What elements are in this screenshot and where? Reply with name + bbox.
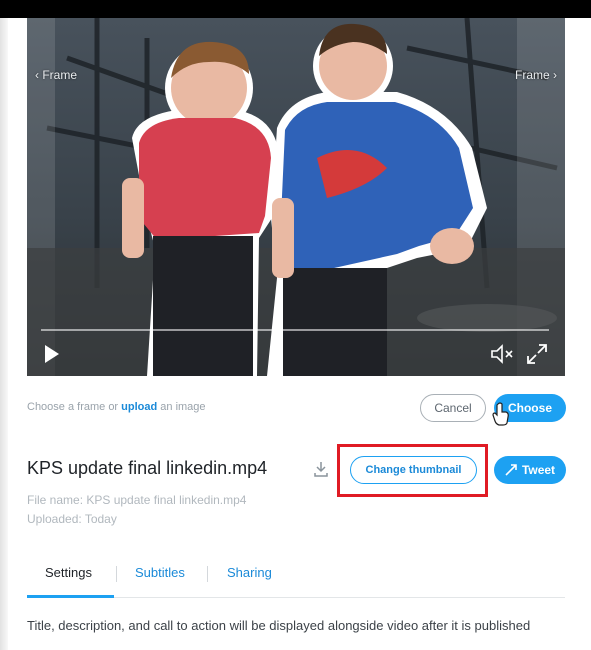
play-icon[interactable] bbox=[39, 342, 63, 366]
tab-sharing[interactable]: Sharing bbox=[227, 565, 272, 580]
hint-suffix: an image bbox=[157, 401, 206, 413]
volume-muted-icon[interactable] bbox=[489, 342, 515, 366]
previous-frame-button[interactable]: ‹ Frame bbox=[35, 68, 77, 82]
fullscreen-icon[interactable] bbox=[525, 342, 549, 366]
file-name-meta: File name: KPS update final linkedin.mp4 bbox=[27, 493, 247, 507]
tab-divider bbox=[116, 566, 117, 582]
highlight-annotation-box bbox=[337, 444, 488, 497]
active-tab-indicator bbox=[27, 595, 114, 598]
progress-bar[interactable] bbox=[41, 329, 549, 331]
tweet-button[interactable]: Tweet bbox=[494, 456, 566, 484]
top-black-bar bbox=[0, 0, 591, 18]
cancel-button[interactable]: Cancel bbox=[420, 394, 486, 422]
tab-divider bbox=[207, 566, 208, 582]
video-frame-image bbox=[27, 18, 565, 376]
tweet-label: Tweet bbox=[521, 463, 556, 477]
left-edge-shadow bbox=[0, 18, 8, 650]
upload-link[interactable]: upload bbox=[121, 401, 157, 413]
uploaded-meta: Uploaded: Today bbox=[27, 512, 117, 526]
video-title: KPS update final linkedin.mp4 bbox=[27, 458, 268, 478]
settings-description: Title, description, and call to action w… bbox=[27, 618, 531, 633]
video-player[interactable]: ‹ Frame Frame › bbox=[27, 18, 565, 376]
hint-prefix: Choose a frame or bbox=[27, 401, 122, 413]
choose-frame-hint: Choose a frame or upload an image bbox=[27, 401, 206, 413]
next-frame-button[interactable]: Frame › bbox=[515, 68, 557, 82]
tweet-icon bbox=[505, 464, 517, 476]
tab-subtitles[interactable]: Subtitles bbox=[135, 565, 185, 580]
hand-cursor-icon bbox=[492, 402, 509, 426]
download-icon[interactable] bbox=[312, 460, 330, 478]
tab-settings[interactable]: Settings bbox=[45, 565, 92, 580]
